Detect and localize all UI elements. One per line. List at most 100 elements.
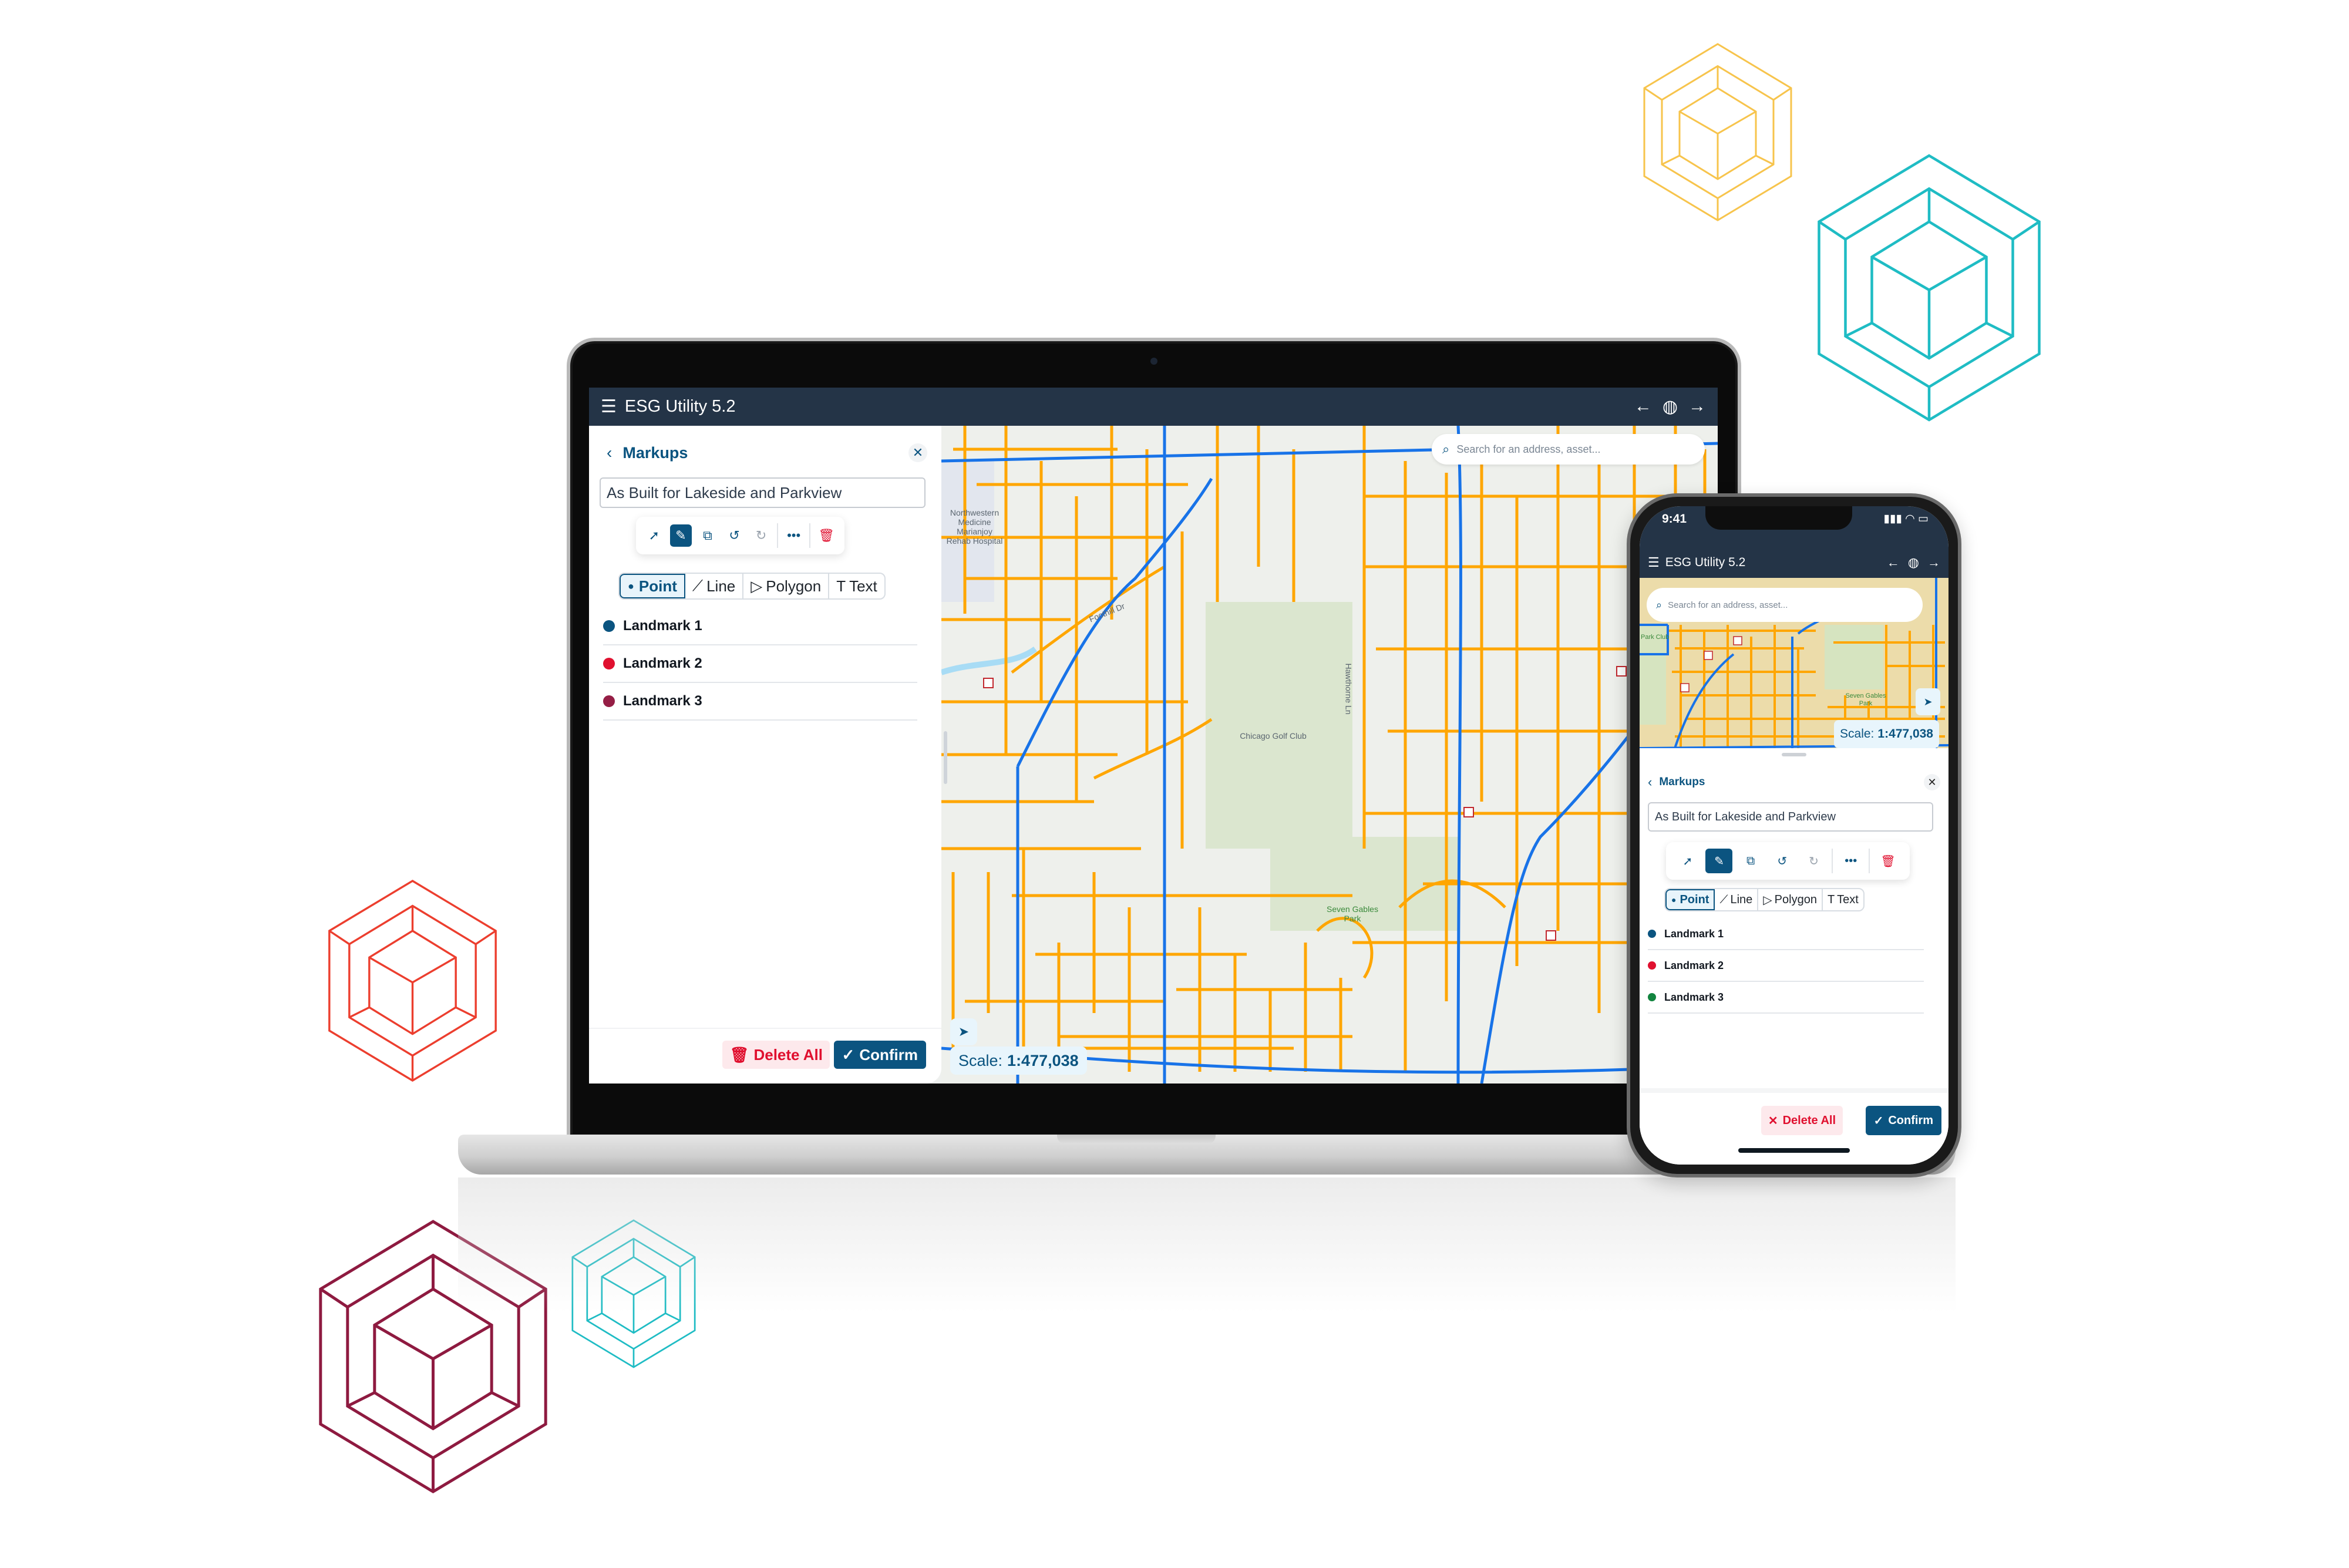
more-options-icon[interactable]: ••• [1838, 849, 1865, 873]
redo-icon[interactable]: ↻ [750, 524, 772, 547]
sheet-grab-handle[interactable] [1782, 753, 1806, 756]
markup-name-input[interactable] [1648, 802, 1933, 832]
tab-line[interactable]: ⟋ Line [685, 574, 744, 598]
laptop-notch [1057, 1135, 1216, 1144]
locate-button[interactable]: ➤ [950, 1018, 977, 1045]
tab-polygon[interactable]: ▷ Polygon [1758, 889, 1823, 910]
tab-point[interactable]: ● Point [1665, 889, 1715, 910]
menu-icon[interactable]: ☰ [601, 396, 617, 417]
duplicate-icon[interactable]: ⧉ [1737, 849, 1764, 873]
map-search-bar[interactable]: ⌕ Search for an address, asset... [1647, 588, 1923, 622]
tab-polygon[interactable]: ▷ Polygon [743, 574, 830, 598]
map-search-bar[interactable]: ⌕ Search for an address, asset... [1432, 434, 1705, 465]
hexagon-red-left [326, 880, 499, 1082]
tab-point[interactable]: ● Point [620, 574, 685, 598]
polygon-icon: ▷ [751, 577, 763, 595]
landmark-color-dot [1648, 930, 1656, 938]
back-chevron-icon[interactable]: ‹ [607, 443, 612, 462]
tab-text-label: Text [1837, 893, 1859, 906]
landmark-color-dot [603, 695, 615, 707]
duplicate-icon[interactable]: ⧉ [696, 524, 719, 547]
laptop-screen: ☰ ESG Utility 5.2 ← ◍ → Northwestern Med… [589, 388, 1718, 1084]
panel-footer: ✕ Delete All ✓ Confirm [1640, 1088, 1948, 1165]
back-arrow-icon[interactable]: ← [1634, 396, 1652, 417]
landmark-label: Landmark 2 [1664, 959, 1724, 971]
check-icon: ✓ [842, 1045, 855, 1064]
trash-icon[interactable]: 🗑 [815, 524, 837, 547]
tab-polygon-label: Polygon [766, 577, 822, 595]
toolbar-divider [1869, 849, 1870, 873]
hexagon-red-left-icon [328, 880, 497, 1082]
landmark-list: Landmark 1 Landmark 2 Landmark 3 [603, 608, 917, 721]
redo-icon[interactable]: ↻ [1800, 849, 1827, 873]
search-placeholder: Search for an address, asset... [1668, 600, 1788, 610]
tab-text[interactable]: T Text [829, 574, 884, 598]
map-roads [941, 426, 1718, 1084]
markup-name-input[interactable] [600, 477, 926, 508]
point-icon: ● [1671, 895, 1677, 904]
globe-icon[interactable]: ◍ [1663, 396, 1678, 417]
scale-value: 1:477,038 [1007, 1051, 1079, 1069]
undo-icon[interactable]: ↺ [723, 524, 746, 547]
navigation-arrow-icon: ➤ [1923, 696, 1933, 708]
status-time: 9:41 [1662, 512, 1687, 526]
close-button[interactable]: ✕ [908, 443, 927, 462]
landmark-label: Landmark 2 [623, 655, 702, 671]
line-icon: ⟋ [1719, 893, 1728, 906]
map-label-hawthorne: Hawthorne Ln [1344, 663, 1354, 715]
tab-line[interactable]: ⟋ Line [1715, 889, 1759, 910]
trash-icon[interactable]: 🗑 [1875, 849, 1902, 873]
home-indicator[interactable] [1738, 1148, 1850, 1153]
landmark-label: Landmark 3 [1664, 991, 1724, 1003]
pencil-draw-icon[interactable]: ✎ [1705, 849, 1733, 873]
confirm-button[interactable]: ✓ Confirm [833, 1041, 926, 1069]
delete-all-button[interactable]: ✕ Delete All [1761, 1106, 1843, 1135]
polygon-icon: ▷ [1763, 893, 1772, 907]
forward-arrow-icon[interactable]: → [1927, 555, 1940, 570]
list-item[interactable]: Landmark 3 [603, 683, 917, 721]
more-options-icon[interactable]: ••• [783, 524, 805, 547]
list-item[interactable]: Landmark 1 [1648, 918, 1924, 950]
list-item[interactable]: Landmark 2 [603, 645, 917, 683]
menu-icon[interactable]: ☰ [1648, 555, 1660, 570]
select-cursor-icon[interactable]: ➚ [1674, 849, 1701, 873]
landmark-color-dot [1648, 993, 1656, 1001]
forward-arrow-icon[interactable]: → [1688, 396, 1706, 417]
panel-scrollbar[interactable] [944, 731, 947, 784]
markups-panel: ‹ Markups ✕ ➚ ✎ ⧉ ↺ ↻ ••• 🗑 ● Point ⟋Line… [589, 426, 947, 1084]
laptop-reflection [458, 1177, 1956, 1313]
delete-all-label: Delete All [1782, 1113, 1836, 1127]
hexagon-yellow-top-icon [1643, 43, 1792, 221]
creek [941, 646, 1037, 675]
laptop-camera [1150, 358, 1157, 365]
tab-text[interactable]: T Text [1823, 889, 1863, 910]
search-icon: ⌕ [1656, 598, 1663, 611]
back-chevron-icon[interactable]: ‹ [1648, 775, 1652, 790]
status-icons: ▮▮▮ ◠ ▭ [1883, 513, 1929, 525]
delete-all-label: Delete All [753, 1045, 823, 1064]
undo-icon[interactable]: ↺ [1769, 849, 1796, 873]
globe-icon[interactable]: ◍ [1908, 555, 1919, 570]
phone-notch [1705, 506, 1852, 530]
pencil-draw-icon[interactable]: ✎ [669, 524, 692, 547]
select-cursor-icon[interactable]: ➚ [643, 524, 665, 547]
toolbar-divider [809, 523, 811, 548]
confirm-button[interactable]: ✓ Confirm [1865, 1106, 1941, 1135]
delete-all-button[interactable]: 🗑 Delete All [722, 1041, 830, 1069]
tab-polygon-label: Polygon [1774, 893, 1817, 906]
close-button[interactable]: ✕ [1924, 774, 1940, 790]
toolbar-divider [776, 523, 778, 548]
map-view[interactable]: Northwestern Medicine Marianjoy Rehab Ho… [941, 426, 1718, 1084]
list-item[interactable]: Landmark 2 [1648, 950, 1924, 982]
markup-toolbar: ➚ ✎ ⧉ ↺ ↻ ••• 🗑 [636, 517, 844, 554]
toolbar-divider [1832, 849, 1833, 873]
list-item[interactable]: Landmark 3 [1648, 982, 1924, 1014]
landmark-list: Landmark 1 Landmark 2 Landmark 3 [1648, 918, 1924, 1014]
back-arrow-icon[interactable]: ← [1887, 555, 1900, 570]
locate-button[interactable]: ➤ [1916, 688, 1940, 715]
panel-title: Markups [622, 443, 688, 462]
text-icon: T [836, 577, 846, 595]
phone-app-bar: ☰ ESG Utility 5.2 ← ◍ → [1640, 547, 1948, 578]
list-item[interactable]: Landmark 1 [603, 608, 917, 645]
panel-title: Markups [1659, 776, 1705, 788]
